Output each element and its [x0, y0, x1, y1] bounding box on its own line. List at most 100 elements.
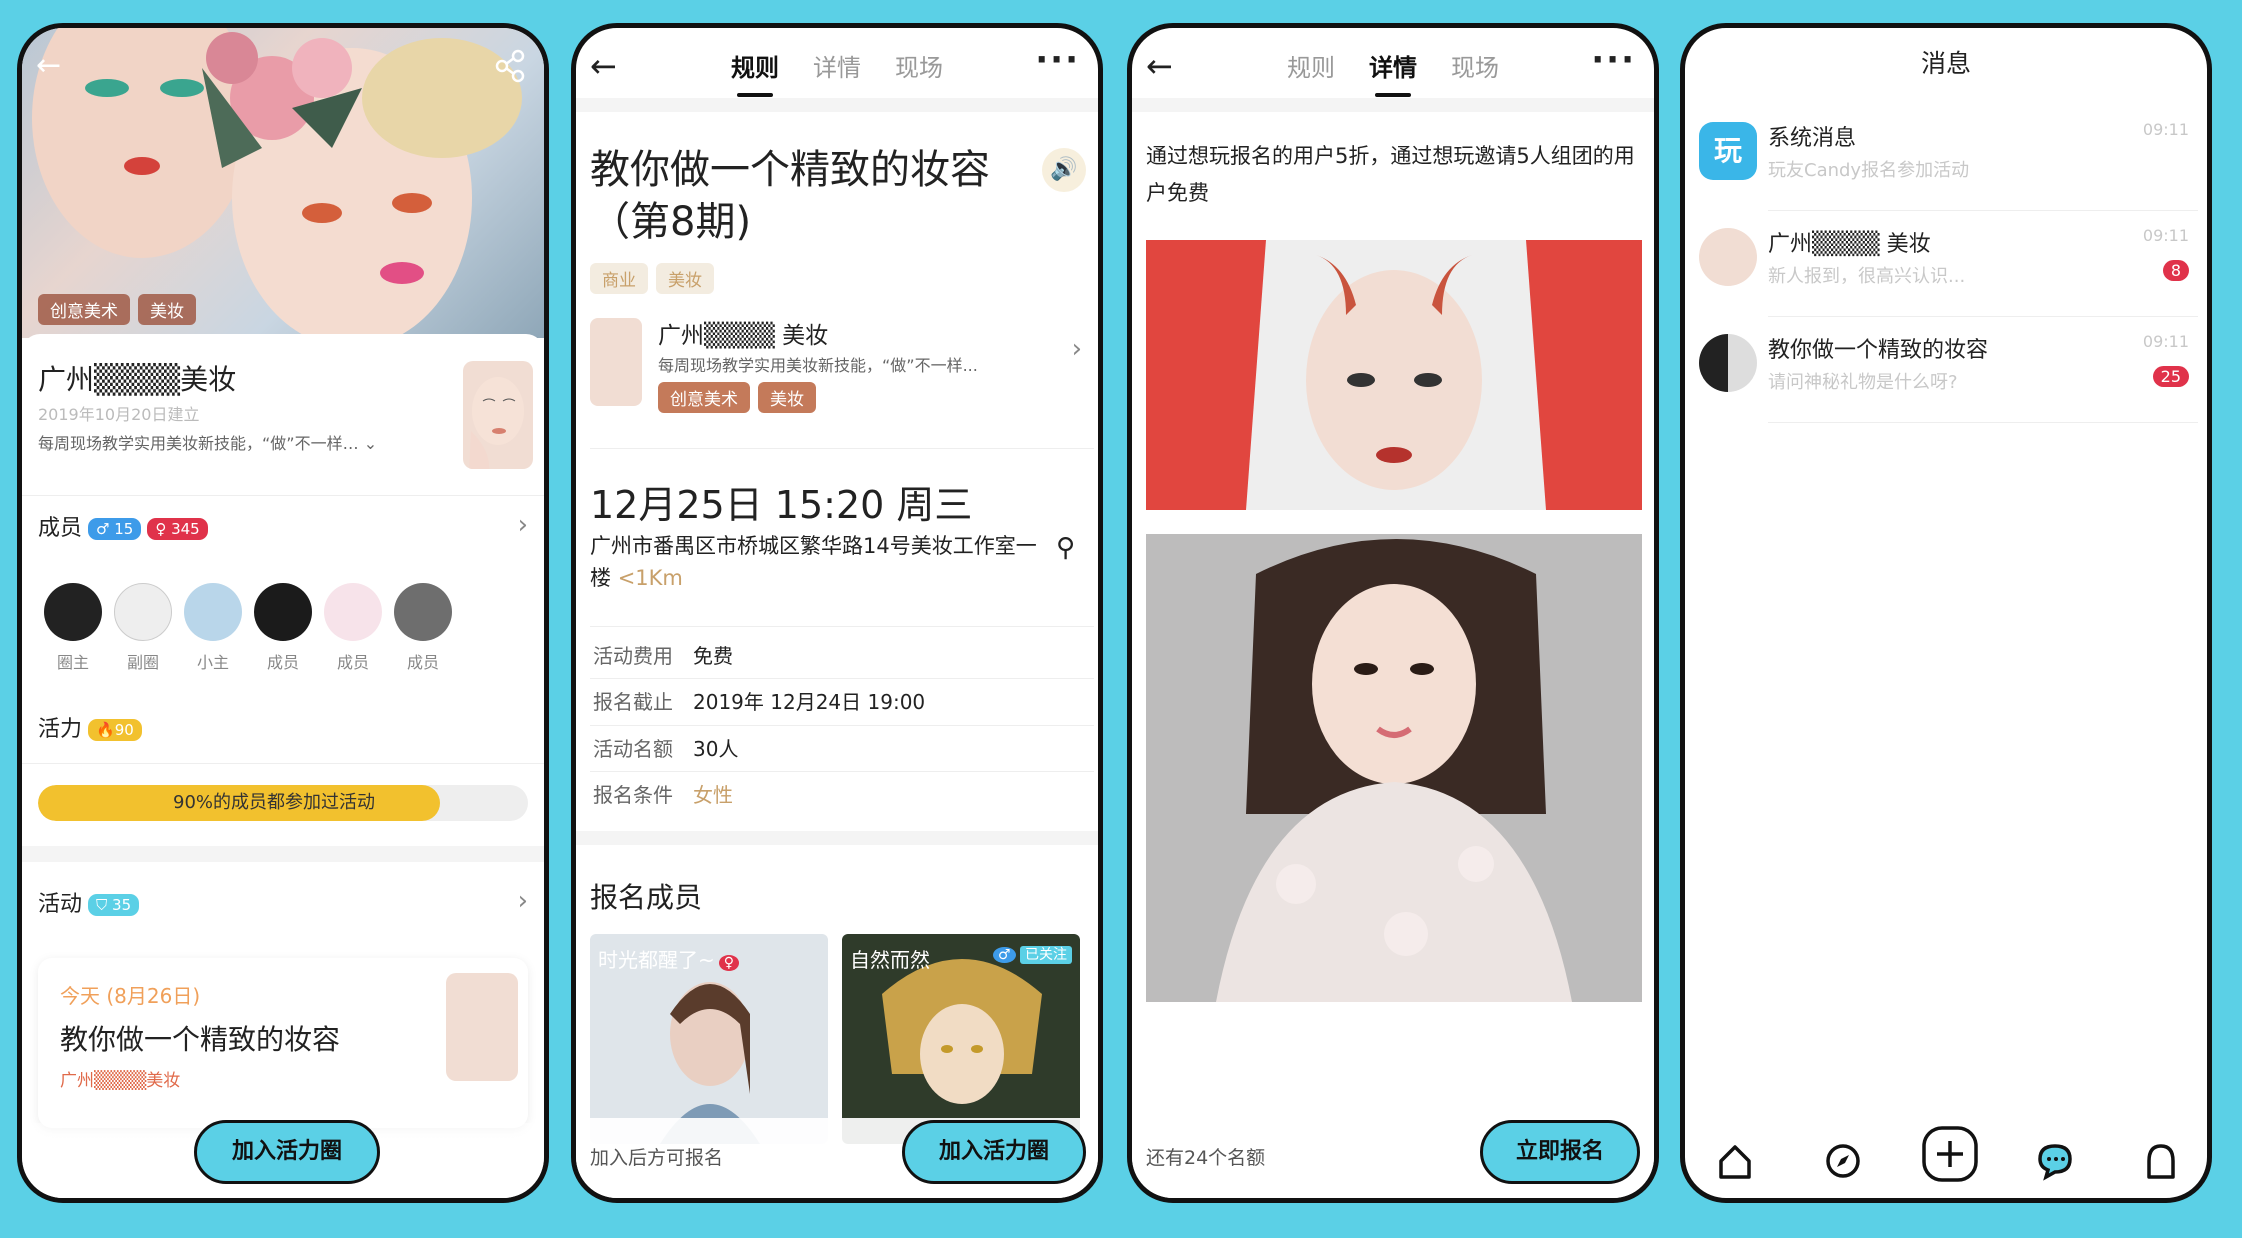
organizer-avatar — [590, 318, 642, 406]
members-row[interactable]: 成员 ♂ 15 ♀ 345 — [38, 510, 208, 542]
group-desc[interactable]: 每周现场教学实用美妆新技能，“做”不一样… ⌄ — [38, 430, 377, 454]
member-role: 成员 — [336, 653, 369, 672]
member-avatar-item[interactable]: 成员 — [388, 583, 458, 673]
unread-badge: 25 — [2152, 366, 2189, 387]
tab-bar: 规则 详情 现场 — [576, 48, 1098, 97]
chevron-down-icon: ⌄ — [363, 434, 378, 453]
message-item-group[interactable]: 广州▒▒▒▒ 美妆 新人报到，很高兴认识... 09:11 8 — [1685, 210, 2207, 316]
member-role: 副圈 — [126, 653, 159, 672]
chevron-right-icon[interactable]: › — [518, 886, 528, 916]
avatar — [114, 583, 172, 641]
tag: 创意美术 — [658, 382, 750, 413]
organizer-name: 广州▒▒▒▒ 美妆 — [658, 323, 829, 349]
member-avatar-item[interactable]: 副圈 — [108, 583, 178, 673]
avatar — [394, 583, 452, 641]
member-role: 成员 — [406, 653, 439, 672]
remaining-slots: 还有24个名额 — [1146, 1147, 1266, 1169]
card-thumbnail — [446, 973, 518, 1081]
message-item-event[interactable]: 教你做一个精致的妆容 请问神秘礼物是什么呀? 09:11 25 — [1685, 316, 2207, 422]
more-icon[interactable]: ··· — [1035, 43, 1080, 77]
message-item-system[interactable]: 玩 系统消息 玩友Candy报名参加活动 09:11 — [1685, 104, 2207, 210]
phone-messages: 消息 玩 系统消息 玩友Candy报名参加活动 09:11 广州▒▒▒▒ 美妆 … — [1680, 23, 2212, 1203]
tab-rules[interactable]: 规则 — [1287, 48, 1335, 97]
group-desc-text: 每周现场教学实用美妆新技能，“做”不一样… — [38, 434, 359, 453]
join-circle-button[interactable]: 加入活力圈 — [902, 1120, 1086, 1184]
phone-group-profile: ← 创意美术 美妆 广州▒▒▒▒美妆 2019年10月20日建立 每周现场教学实用… — [17, 23, 549, 1203]
message-title: 广州▒▒▒▒ 美妆 — [1768, 232, 1931, 257]
member-name: 时光都醒了~ ♀ — [598, 944, 740, 973]
info-row-quota: 活动名额 30人 — [593, 733, 738, 762]
info-row-fee: 活动费用 免费 — [593, 640, 733, 669]
event-tags: 商业 美妆 — [590, 263, 722, 294]
phone-event-details: ← 规则 详情 现场 ··· 通过想玩报名的用户5折，通过想玩邀请5人组团的用户免费… — [1127, 23, 1659, 1203]
add-icon[interactable] — [1921, 1125, 1979, 1187]
tag: 美妆 — [758, 382, 816, 413]
compass-icon[interactable] — [1823, 1141, 1863, 1185]
group-name: 广州▒▒▒▒美妆 — [38, 363, 237, 396]
organizer-tags: 创意美术 美妆 — [658, 382, 824, 413]
message-time: 09:11 — [2142, 226, 2189, 245]
tab-rules[interactable]: 规则 — [731, 48, 779, 97]
female-count-badge: ♀ 345 — [147, 518, 208, 540]
join-hint: 加入后方可报名 — [590, 1147, 724, 1169]
member-name-text: 自然而然 — [850, 948, 930, 972]
row-key: 活动费用 — [593, 644, 673, 668]
share-icon[interactable] — [490, 46, 530, 86]
home-icon[interactable] — [1715, 1141, 1755, 1185]
member-name-text: 时光都醒了~ — [598, 948, 715, 972]
chevron-right-icon[interactable]: › — [518, 510, 528, 540]
event-title: 教你做一个精致的妆容（第8期) — [590, 147, 990, 245]
event-address[interactable]: 广州市番禺区市桥城区繁华路14号美妆工作室一楼 <1Km — [590, 530, 1040, 594]
progress-text: 90%的成员都参加过活动 — [173, 792, 376, 813]
member-avatar-item[interactable]: 小主 — [178, 583, 248, 673]
row-value: 免费 — [693, 644, 733, 668]
cover-photo — [22, 28, 544, 338]
tab-details[interactable]: 详情 — [813, 48, 861, 97]
activity-row[interactable]: 活动 ⛉ 35 — [38, 886, 140, 918]
member-card[interactable]: 自然而然 ♂ 已关注 — [842, 934, 1080, 1144]
activity-card[interactable]: 今天 (8月26日) 教你做一个精致的妆容 广州▒▒▒▒美妆 — [38, 958, 528, 1128]
promo-text: 通过想玩报名的用户5折，通过想玩邀请5人组团的用户免费 — [1146, 144, 1635, 205]
join-circle-button[interactable]: 加入活力圈 — [194, 1120, 380, 1184]
followed-badge: 已关注 — [1020, 946, 1072, 964]
group-avatar — [463, 361, 533, 469]
organizer-desc: 每周现场教学实用美妆新技能，“做”不一样... — [658, 356, 978, 375]
avatar — [324, 583, 382, 641]
activity-count: 35 — [112, 896, 132, 914]
tag: 美妆 — [138, 294, 196, 325]
speaker-icon[interactable]: 🔊 — [1042, 148, 1086, 192]
member-avatar-item[interactable]: 圈主 — [38, 583, 108, 673]
member-card[interactable]: 时光都醒了~ ♀ — [590, 934, 828, 1144]
back-arrow-icon[interactable]: ← — [36, 46, 76, 86]
message-preview: 请问神秘礼物是什么呀? — [1768, 372, 1958, 393]
member-avatar-item[interactable]: 成员 — [248, 583, 318, 673]
detail-photo-1 — [1146, 240, 1642, 510]
bottom-nav — [1685, 1123, 2207, 1198]
row-value: 女性 — [693, 783, 733, 807]
signup-button[interactable]: 立即报名 — [1480, 1120, 1640, 1184]
activity-label: 活动 — [38, 892, 83, 917]
more-icon[interactable]: ··· — [1591, 43, 1636, 77]
avatar — [184, 583, 242, 641]
chevron-right-icon: › — [1071, 334, 1082, 364]
info-row-deadline: 报名截止 2019年 12月24日 19:00 — [593, 686, 925, 715]
message-time: 09:11 — [2142, 120, 2189, 139]
profile-icon[interactable] — [2141, 1141, 2181, 1185]
tag: 创意美术 — [38, 294, 130, 325]
tab-onsite[interactable]: 现场 — [895, 48, 943, 97]
chat-icon[interactable] — [2035, 1141, 2075, 1185]
member-avatar-item[interactable]: 成员 — [318, 583, 388, 673]
activity-count-badge: ⛉ 35 — [88, 894, 140, 916]
cover-illustration — [32, 28, 522, 338]
vitality-label: 活力 — [38, 717, 83, 742]
organizer-card[interactable]: 广州▒▒▒▒ 美妆 每周现场教学实用美妆新技能，“做”不一样... 创意美术 美妆… — [590, 316, 1090, 426]
tab-onsite[interactable]: 现场 — [1451, 48, 1499, 97]
tab-details[interactable]: 详情 — [1369, 48, 1417, 97]
detail-photo-2 — [1146, 534, 1642, 1002]
member-badges: ♂ 已关注 — [992, 944, 1072, 964]
male-count-badge: ♂ 15 — [88, 518, 142, 540]
vitality-progress-bar: 90%的成员都参加过活动 — [38, 785, 528, 821]
row-value: 2019年 12月24日 19:00 — [693, 690, 926, 714]
location-pin-icon[interactable]: ⚲ — [1056, 533, 1075, 563]
founded-date: 2019年10月20日建立 — [38, 405, 200, 424]
